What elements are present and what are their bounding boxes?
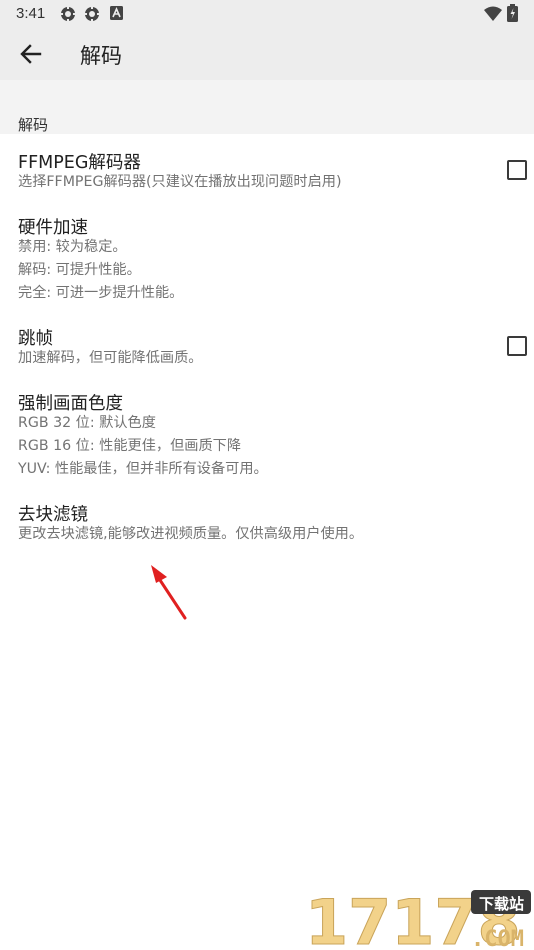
pref-summary: 解码: 可提升性能。 — [18, 262, 141, 278]
pref-summary: RGB 32 位: 默认色度 — [18, 415, 156, 431]
watermark-logo-icon: 17178 下载站 .COM — [305, 886, 531, 950]
settings-gear-icon — [84, 6, 100, 22]
pref-summary: YUV: 性能最佳，但并非所有设备可用。 — [18, 461, 268, 477]
frame-skip-checkbox[interactable] — [507, 336, 527, 356]
section-header: 解码 — [18, 116, 49, 134]
battery-icon — [507, 4, 518, 22]
watermark-badge: 下载站 — [479, 895, 524, 913]
status-time: 3:41 — [16, 5, 46, 22]
toolbar: 解码 — [0, 28, 534, 80]
section-background — [0, 80, 534, 134]
status-bar: 3:41 — [0, 0, 534, 28]
annotation-arrow-icon — [151, 565, 187, 620]
pref-summary: 完全: 可进一步提升性能。 — [18, 285, 184, 301]
ffmpeg-decoder-checkbox[interactable] — [507, 160, 527, 180]
back-button[interactable] — [18, 42, 46, 66]
page-title: 解码 — [80, 44, 122, 68]
notification-a-icon — [110, 6, 123, 20]
pref-summary: 更改去块滤镜,能够改进视频质量。仅供高级用户使用。 — [18, 526, 364, 542]
arrow-back-icon[interactable] — [18, 42, 46, 66]
settings-gear-icon — [60, 6, 76, 22]
pref-summary: 加速解码，但可能降低画质。 — [18, 350, 203, 366]
wifi-icon — [484, 6, 502, 21]
watermark-domain: .COM — [471, 927, 524, 950]
pref-summary: 禁用: 较为稳定。 — [18, 239, 127, 255]
pref-summary: RGB 16 位: 性能更佳，但画质下降 — [18, 438, 242, 454]
pref-summary: 选择FFMPEG解码器(只建议在播放出现问题时启用) — [18, 174, 342, 190]
